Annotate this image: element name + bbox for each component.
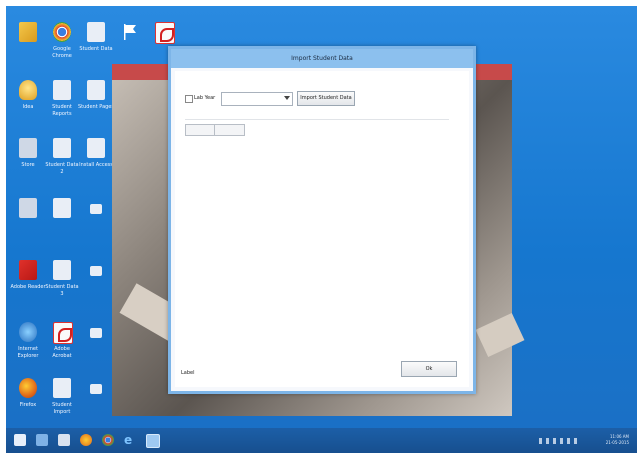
document-icon: [87, 138, 105, 158]
firefox-icon[interactable]: [80, 434, 92, 446]
desktop-icon-small[interactable]: [78, 258, 114, 304]
window-icon: [90, 384, 102, 394]
desktop-icon-label: Adobe Acrobat: [52, 346, 72, 359]
desktop-icon-label: Student Data 2: [45, 162, 79, 175]
dialog-body: Lab Year Import Student Data Label Ok: [175, 71, 469, 387]
divider: [185, 119, 449, 120]
desktop-icon-label: Student Data 3: [45, 284, 79, 297]
chevron-down-icon: [284, 96, 290, 100]
desktop-icon-label: Student Reports: [52, 104, 72, 117]
desktop-icon-doc[interactable]: Student Data 3: [44, 258, 80, 304]
ok-button[interactable]: Ok: [401, 361, 457, 377]
desktop-icon-small[interactable]: [78, 320, 114, 366]
desktop-icon-label: Adobe Reader: [10, 284, 46, 290]
desktop-icon-label: Internet Explorer: [17, 346, 39, 359]
desktop-icon-flag[interactable]: [112, 20, 148, 66]
desktop-icon-label: Student Data: [79, 46, 113, 52]
desktop-icon-small[interactable]: [78, 196, 114, 242]
desktop-icon-doc[interactable]: Student Pages: [78, 78, 114, 124]
desktop-icon-label: Student Pages: [78, 104, 114, 110]
chrome-icon: [53, 22, 71, 42]
pdf-icon: [155, 22, 175, 44]
firefox-icon: [19, 378, 37, 398]
data-grid-header: [185, 124, 245, 136]
desktop-icon-label: Student Import: [52, 402, 72, 415]
clock[interactable]: 11:06 AM 21-05-2015: [606, 434, 629, 446]
desktop-icon-doc[interactable]: [44, 196, 80, 242]
system-tray: 11:06 AM 21-05-2015: [539, 434, 629, 448]
desktop-icon-firefox[interactable]: Firefox: [10, 376, 46, 422]
window-icon: [90, 204, 102, 214]
status-label: Label: [181, 370, 195, 376]
lab-year-label: Lab Year: [194, 95, 216, 101]
document-icon: [53, 378, 71, 398]
desktop-icon-folder[interactable]: [10, 20, 46, 66]
flag-icon: [121, 22, 139, 42]
desktop-icon-store-2[interactable]: [10, 196, 46, 242]
start-icon[interactable]: [14, 434, 26, 446]
desktop-icon-label: Firefox: [19, 402, 37, 408]
desktop-icon-label: Google Chrome: [52, 46, 72, 59]
desktop-icon-label: Store: [21, 162, 35, 168]
document-icon: [53, 260, 71, 280]
tray-icons[interactable]: [539, 438, 579, 444]
dialog-title: Import Student Data: [171, 49, 473, 68]
taskbar: e 11:06 AM 21-05-2015: [6, 428, 637, 453]
desktop-icon-chrome[interactable]: Google Chrome: [44, 20, 80, 66]
folder-icon: [19, 22, 37, 42]
desktop-icon-doc[interactable]: Student Data: [78, 20, 114, 66]
grid-header-cell: [215, 125, 243, 135]
app-window-icon[interactable]: [146, 434, 160, 448]
window-icon: [90, 266, 102, 276]
desktop: Idea Store Adobe Reader Internet Explore…: [6, 6, 637, 453]
globe-icon: [19, 322, 37, 342]
desktop-icon-doc[interactable]: Student Reports: [44, 78, 80, 124]
import-student-data-button[interactable]: Import Student Data: [297, 91, 355, 106]
desktop-icon-pdf[interactable]: Adobe Reader: [10, 258, 46, 304]
background-decoration: [475, 312, 525, 358]
document-icon: [53, 198, 71, 218]
import-student-data-dialog: Import Student Data Lab Year Import Stud…: [168, 46, 476, 394]
store-icon: [19, 198, 37, 218]
desktop-icon-doc[interactable]: Install Access: [78, 136, 114, 182]
document-icon: [87, 22, 105, 42]
search-icon[interactable]: [36, 434, 48, 446]
document-icon: [87, 80, 105, 100]
internet-explorer-icon[interactable]: e: [124, 434, 136, 446]
document-icon: [53, 138, 71, 158]
desktop-icon-ie[interactable]: Internet Explorer: [10, 320, 46, 366]
folder-icon[interactable]: [58, 434, 70, 446]
desktop-icon-label: [10, 222, 46, 236]
lab-year-checkbox[interactable]: [185, 95, 193, 103]
desktop-icon-small[interactable]: [78, 376, 114, 422]
year-select[interactable]: [221, 92, 293, 106]
desktop-icon-store[interactable]: Store: [10, 136, 46, 182]
desktop-icon-pdf[interactable]: Adobe Acrobat: [44, 320, 80, 366]
pdf-icon: [19, 260, 37, 280]
chrome-icon[interactable]: [102, 434, 114, 446]
bulb-icon: [19, 80, 37, 100]
desktop-icon-label: [44, 222, 80, 236]
desktop-icon-bulb[interactable]: Idea: [10, 78, 46, 124]
desktop-icon-label: Idea: [22, 104, 34, 110]
document-icon: [53, 80, 71, 100]
window-icon: [90, 328, 102, 338]
desktop-icon-label: Install Access: [79, 162, 113, 168]
desktop-icon-doc[interactable]: Student Data 2: [44, 136, 80, 182]
desktop-icon-label: [10, 46, 46, 60]
store-icon: [19, 138, 37, 158]
clock-date: 21-05-2015: [605, 440, 629, 445]
desktop-icon-doc[interactable]: Student Import: [44, 376, 80, 422]
grid-header-cell: [186, 125, 215, 135]
pdf-icon: [53, 322, 73, 344]
